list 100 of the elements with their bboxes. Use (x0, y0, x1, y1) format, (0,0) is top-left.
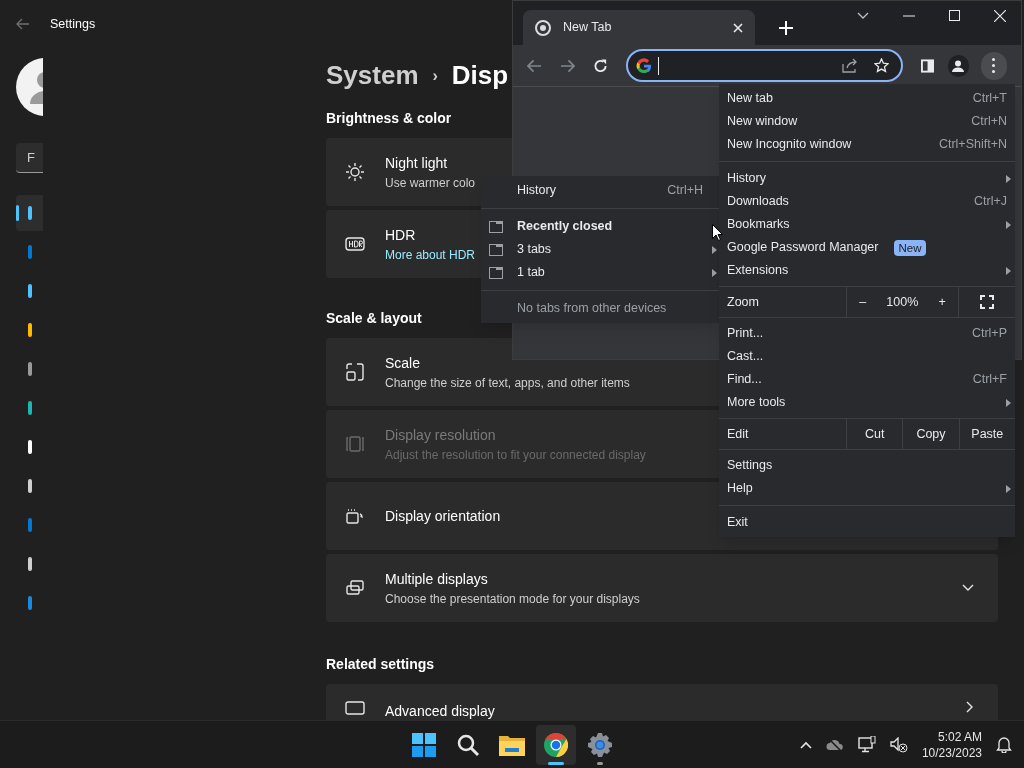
submenu-item[interactable]: History (719, 167, 1015, 190)
submenu-arrow-icon (1006, 220, 1011, 229)
nav-icon (28, 596, 32, 610)
clock-time: 5:02 AM (937, 728, 982, 745)
tab-window-icon (489, 266, 503, 279)
cloud-off-icon[interactable] (825, 738, 844, 751)
submenu-arrow-icon (1006, 174, 1011, 183)
submenu-arrow-icon (712, 268, 717, 277)
closed-tabs-item[interactable]: 1 tab (481, 261, 719, 284)
setting-description: Use warmer colo (385, 174, 476, 192)
hdr-icon (345, 236, 365, 252)
setting-description: Choose the presentation mode for your displays (385, 590, 640, 608)
google-icon (636, 57, 652, 74)
tab-window-icon (489, 220, 503, 233)
setting-title: Display resolution (385, 425, 496, 445)
breadcrumb-item: Disp (451, 59, 509, 92)
menu-item[interactable]: History Ctrl+H (481, 179, 719, 202)
setting-title: Scale (385, 353, 421, 373)
tab-title: New Tab (563, 19, 613, 37)
address-bar[interactable] (626, 49, 904, 82)
submenu-arrow-icon (1006, 266, 1011, 275)
submenu-item[interactable]: Bookmarks (719, 213, 1015, 236)
submenu-arrow-icon (1006, 484, 1011, 493)
section-heading: Brightness & color (326, 109, 452, 128)
nav-icon (28, 479, 32, 493)
setting-title: Night light (385, 153, 448, 173)
setting-title: Advanced display (385, 702, 495, 720)
menu-item[interactable]: Google Password Manager New (719, 236, 1015, 259)
nav-icon (28, 518, 32, 532)
window-title: Settings (50, 15, 96, 33)
chevron-up-icon[interactable] (799, 740, 812, 749)
notification-bell-icon[interactable] (996, 736, 1012, 753)
mouse-cursor-icon (712, 224, 723, 241)
setting-title: Multiple displays (385, 569, 488, 589)
bookmark-star-icon[interactable] (874, 58, 890, 73)
browser-tab[interactable]: New Tab (523, 10, 755, 45)
reload-icon[interactable] (593, 57, 608, 74)
forward-icon[interactable] (560, 58, 575, 73)
new-tab-icon[interactable] (779, 21, 793, 35)
edit-label: Edit (719, 419, 847, 449)
orientation-icon (345, 506, 365, 526)
nav-icon (28, 440, 32, 454)
brightness-icon (345, 162, 365, 182)
submenu-item[interactable]: Extensions (719, 259, 1015, 282)
edit-action-button[interactable]: Cut (847, 419, 904, 449)
active-indicator (548, 761, 564, 765)
zoom-in-button[interactable]: + (934, 292, 950, 312)
setting-title: HDR (385, 225, 416, 245)
recently-closed-heading: Recently closed (517, 218, 613, 236)
clock[interactable]: 5:02 AM 10/23/2023 (921, 728, 982, 761)
submenu-arrow-icon (712, 245, 717, 254)
setting-card[interactable]: Multiple displays Choose the presentation mode for your displays (326, 554, 998, 622)
search-icon (456, 732, 480, 757)
section-heading: Scale & layout (326, 309, 422, 328)
close-icon[interactable] (994, 10, 1006, 22)
chevron-right-icon[interactable] (966, 701, 974, 713)
multiple-displays-icon (345, 578, 365, 598)
section-heading: Related settings (326, 655, 435, 674)
breadcrumb-separator: › (432, 65, 438, 86)
network-icon[interactable] (857, 736, 876, 753)
menu-item[interactable]: New Incognito window Ctrl+Shift+N (719, 133, 1015, 156)
maximize-icon[interactable] (949, 10, 960, 21)
running-indicator (597, 761, 603, 765)
windows-start-icon (412, 732, 436, 757)
taskbar-app[interactable] (536, 724, 576, 765)
zoom-level: 100% (886, 293, 919, 311)
clock-date: 10/23/2023 (921, 744, 982, 761)
volume-muted-icon[interactable] (889, 736, 908, 753)
settings-icon (588, 732, 612, 757)
resolution-icon (345, 434, 365, 454)
back-icon[interactable] (527, 58, 542, 73)
breadcrumb-item[interactable]: System (326, 56, 419, 95)
zoom-out-button[interactable]: – (855, 292, 871, 312)
search-field[interactable]: F (16, 143, 43, 173)
more-about-link[interactable]: More about HDR (385, 245, 476, 264)
nav-icon (28, 284, 32, 298)
menu-item[interactable]: Downloads Ctrl+J (719, 190, 1015, 213)
chevron-down-icon[interactable] (962, 584, 974, 592)
share-icon[interactable] (842, 58, 859, 73)
menu-button[interactable] (980, 51, 1007, 80)
person-icon (951, 58, 966, 73)
profile-button[interactable] (948, 54, 969, 77)
setting-card[interactable]: Advanced display (326, 684, 998, 720)
submenu-arrow-icon (1006, 398, 1011, 407)
setting-title: Display orientation (385, 506, 501, 526)
tab-window-icon (489, 243, 503, 256)
closed-tabs-item[interactable]: 3 tabs (481, 238, 719, 261)
tab-search-icon[interactable] (857, 12, 869, 20)
menu-item[interactable]: New tab Ctrl+T (719, 87, 1015, 110)
menu-item[interactable]: New window Ctrl+N (719, 110, 1015, 133)
scale-icon (345, 362, 365, 382)
back-arrow-icon[interactable] (16, 18, 30, 30)
nav-icon (28, 323, 32, 337)
fullscreen-icon[interactable] (980, 295, 994, 309)
nav-icon (28, 557, 32, 571)
setting-description: Change the size of text, apps, and other items (385, 374, 630, 392)
new-badge: New (894, 239, 926, 256)
edit-action-button[interactable]: Copy (903, 419, 960, 449)
side-panel-icon[interactable] (921, 58, 935, 73)
close-tab-icon[interactable] (733, 22, 743, 33)
